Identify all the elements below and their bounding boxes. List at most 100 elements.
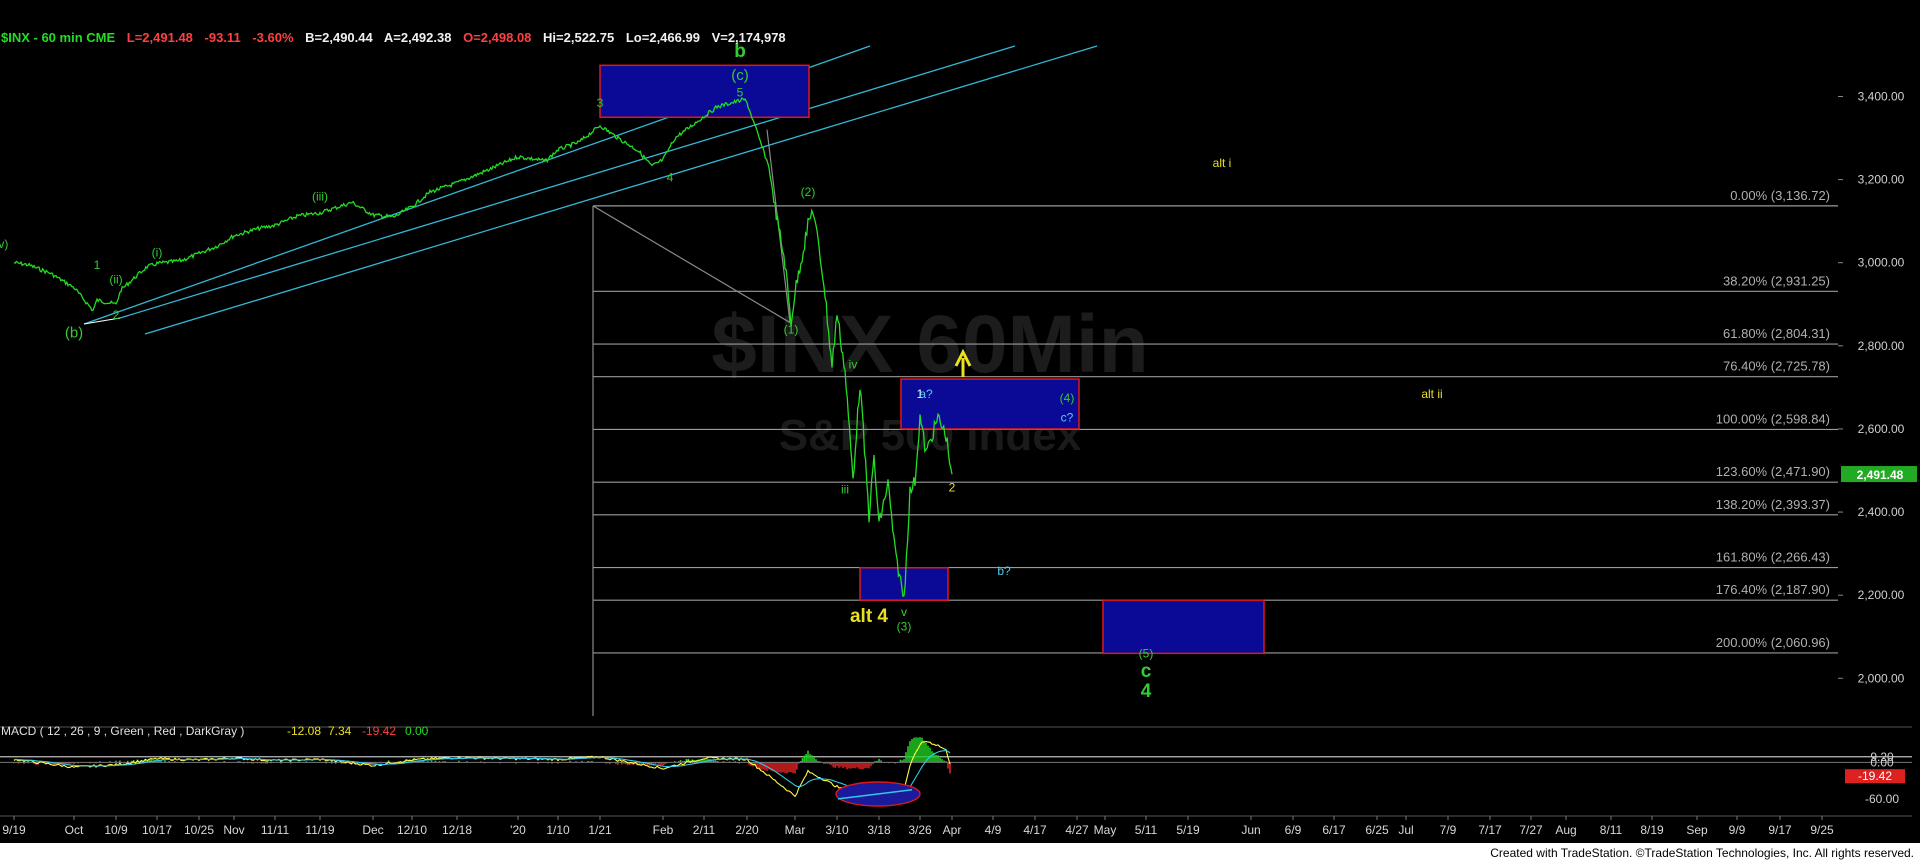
fib-label: 38.20% (2,931.25): [1723, 273, 1830, 288]
header-high: Hi=2,522.75: [543, 30, 614, 45]
fib-label: 100.00% (2,598.84): [1716, 411, 1830, 426]
date-tick-label: 3/18: [867, 823, 891, 837]
price-tick-label: 3,400.00: [1858, 89, 1905, 103]
price-chart: $INX 60Min S&P 500 Index 0.00% (3,136.72…: [0, 0, 1920, 843]
fib-label: 200.00% (2,060.96): [1716, 635, 1830, 650]
date-tick-label: 5/11: [1135, 823, 1158, 837]
header-bid: B=2,490.44: [305, 30, 373, 45]
header-change: -93.11: [205, 30, 241, 45]
macd-signal-value: 7.34: [328, 724, 352, 738]
fib-label: 161.80% (2,266.43): [1716, 550, 1830, 565]
date-tick-label: 2/20: [735, 823, 759, 837]
wave-label: (5): [1139, 647, 1154, 661]
date-tick-label: Mar: [785, 823, 806, 837]
target-box: [1102, 599, 1265, 655]
footer-credit: Created with TradeStation. ©TradeStation…: [1490, 846, 1914, 860]
wave-label: c?: [1061, 410, 1074, 424]
date-tick-label: 6/17: [1322, 823, 1346, 837]
wave-label: iii: [841, 482, 849, 496]
fib-label: 138.20% (2,393.37): [1716, 497, 1830, 512]
price-tick-label: 2,400.00: [1858, 505, 1905, 519]
date-tick-label: 7/27: [1519, 823, 1543, 837]
date-tick-label: Oct: [65, 823, 84, 837]
date-tick-label: 6/9: [1285, 823, 1302, 837]
fib-label: 176.40% (2,187.90): [1716, 582, 1830, 597]
wave-label: (iii): [312, 189, 328, 203]
date-tick-label: 1/21: [588, 823, 612, 837]
wave-label: (1): [784, 322, 799, 336]
date-tick-label: 4/9: [985, 823, 1002, 837]
date-tick-label: 9/9: [1729, 823, 1746, 837]
wave-label: c: [1141, 661, 1152, 682]
macd-last-badge-label: -19.42: [1858, 769, 1892, 783]
date-tick-label: 6/25: [1365, 823, 1389, 837]
date-tick-label: Jun: [1241, 823, 1260, 837]
wave-label: (i): [152, 245, 163, 259]
last-price-label: 2,491.48: [1857, 468, 1904, 482]
header-low: Lo=2,466.99: [626, 30, 700, 45]
header-percent: -3.60%: [252, 30, 294, 45]
wave-label: alt 4: [850, 606, 888, 627]
footer-bar: Created with TradeStation. ©TradeStation…: [0, 843, 1920, 863]
wave-label: alt i: [1213, 156, 1232, 170]
date-tick-label: 10/9: [104, 823, 128, 837]
date-tick-label: 9/17: [1768, 823, 1792, 837]
header-volume: V=2,174,978: [712, 30, 786, 45]
price-tick-label: 2,000.00: [1858, 671, 1905, 685]
date-tick-label: 5/19: [1176, 823, 1200, 837]
date-tick-label: Nov: [223, 823, 244, 837]
wave-label: b?: [997, 564, 1011, 578]
date-tick-label: 7/9: [1440, 823, 1457, 837]
wave-label: (4): [1060, 391, 1075, 405]
date-tick-label: '20: [510, 823, 526, 837]
wave-label: 2: [113, 308, 120, 322]
price-tick-label: 2,200.00: [1858, 588, 1905, 602]
macd-value: -12.08: [287, 724, 321, 738]
macd-extra-value: 0.00: [405, 724, 429, 738]
header-line: $INX - 60 min CME L=2,491.48 -93.11 -3.6…: [1, 30, 786, 45]
wave-label: v: [901, 605, 907, 619]
date-tick-label: Aug: [1555, 823, 1576, 837]
macd-tick-label: -60.00: [1865, 792, 1899, 806]
wave-label: (ii): [109, 272, 122, 286]
wave-label: 5: [737, 85, 744, 99]
macd-tick-label: 0.00: [1870, 755, 1894, 769]
date-tick-label: Sep: [1686, 823, 1708, 837]
date-tick-label: 11/11: [261, 823, 290, 837]
date-tick-label: Feb: [653, 823, 674, 837]
header-open: O=2,498.08: [463, 30, 531, 45]
date-tick-label: 10/25: [184, 823, 214, 837]
wave-label: (3): [897, 619, 912, 633]
price-tick-label: 3,200.00: [1858, 173, 1905, 187]
wave-label: (2): [801, 185, 816, 199]
wave-label: (b): [65, 325, 83, 342]
fib-label: 61.80% (2,804.31): [1723, 326, 1830, 341]
fib-label: 76.40% (2,725.78): [1723, 359, 1830, 374]
price-tick-label: 2,800.00: [1858, 339, 1905, 353]
fib-label: 123.60% (2,471.90): [1716, 464, 1830, 479]
target-box: [599, 64, 810, 119]
header-symbol: $INX - 60 min CME: [1, 30, 115, 45]
date-tick-label: May: [1094, 823, 1117, 837]
wave-label: iv: [849, 358, 858, 372]
wave-label: 3: [597, 96, 604, 110]
wave-label: 4: [667, 171, 674, 185]
date-tick-label: 3/26: [908, 823, 932, 837]
date-tick-label: 3/10: [825, 823, 849, 837]
date-tick-label: 4/17: [1023, 823, 1047, 837]
date-tick-label: 4/27: [1065, 823, 1089, 837]
wave-label: 2: [949, 480, 956, 494]
date-tick-label: Apr: [943, 823, 962, 837]
chart-root: $INX 60Min S&P 500 Index 0.00% (3,136.72…: [0, 0, 1920, 863]
date-tick-label: 7/17: [1478, 823, 1502, 837]
price-tick-label: 3,000.00: [1858, 256, 1905, 270]
date-tick-label: 10/17: [142, 823, 172, 837]
date-tick-label: 8/11: [1600, 823, 1623, 837]
wave-label: (iv): [0, 237, 8, 251]
header-ask: A=2,492.38: [384, 30, 452, 45]
wave-label: 1: [94, 258, 101, 272]
macd-diff-value: -19.42: [362, 724, 396, 738]
date-tick-label: 12/18: [442, 823, 472, 837]
date-tick-label: 9/19: [2, 823, 26, 837]
date-tick-label: 9/25: [1810, 823, 1834, 837]
